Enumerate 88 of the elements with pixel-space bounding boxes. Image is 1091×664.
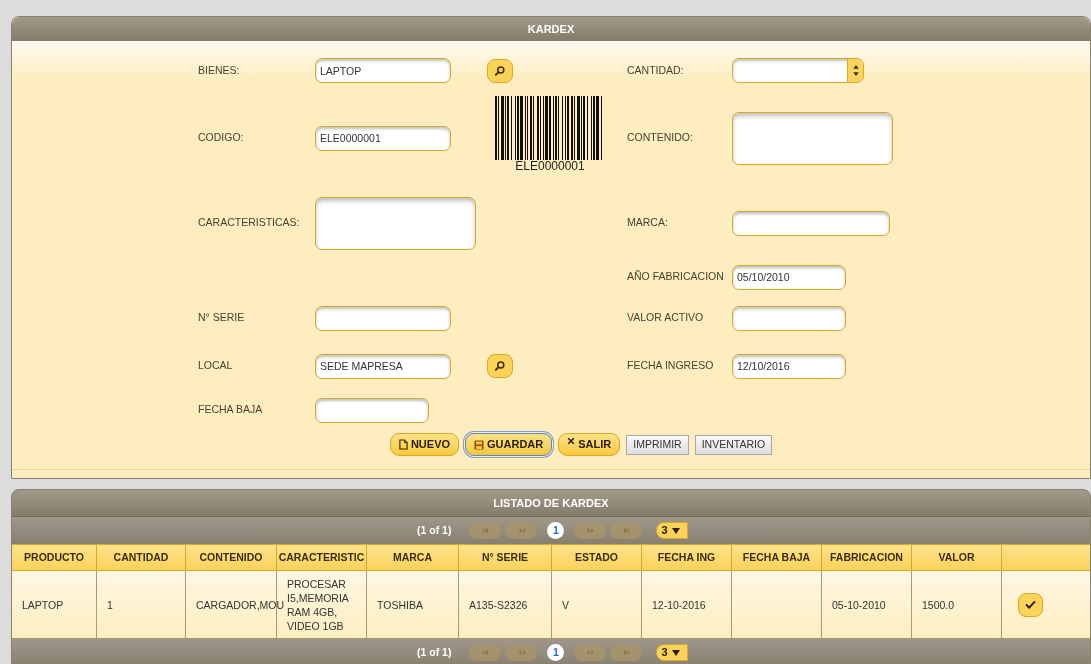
pager-first-button[interactable] [469,522,502,539]
field-label: VALOR ACTIVO [627,310,705,326]
text-area[interactable] [732,111,893,165]
input-field[interactable]: 12/10/2016 [732,353,846,379]
column-header[interactable]: MARCA [367,545,459,570]
input-field[interactable]: 05/10/2010 [732,264,846,290]
barcode-text: ELE0000001 [515,160,585,172]
input-field[interactable] [732,210,890,236]
field-label: CANTIDAD: [627,62,685,78]
first-page-icon [480,526,490,535]
spinner-field[interactable] [732,58,864,83]
table-cell: 05-10-2010 [832,597,886,612]
field-label: FECHA INGRESO [627,358,715,374]
page-summary: (1 of 1) [417,644,452,660]
column-header[interactable]: VALOR [912,545,1002,570]
input-field[interactable]: LAPTOP [315,58,451,83]
pager-prev-button[interactable] [505,522,538,539]
column-header[interactable]: CONTENIDO [186,545,277,570]
table-cell: A135-S2326 [469,597,528,612]
table-cell: TOSHIBA [377,597,423,612]
search-icon [494,64,506,77]
first-page-icon [480,648,490,657]
text-area[interactable] [315,196,476,250]
table-cell: V [562,597,569,612]
page-button[interactable]: 1 [547,522,565,539]
form-button[interactable]: GUARDAR [465,433,553,456]
form-button[interactable]: IMPRIMIR [626,434,689,455]
prev-page-icon [516,648,526,657]
prev-page-icon [516,526,526,535]
form-button[interactable]: NUEVO [389,433,460,456]
input-field[interactable]: SEDE MAPRESA [315,353,451,379]
next-page-icon [585,526,595,535]
column-header[interactable]: CARACTERISTIC [277,545,367,570]
column-header[interactable]: FABRICACION [822,545,912,570]
table-cell: LAPTOP [22,597,64,612]
input-field[interactable] [315,305,451,331]
form-button[interactable]: INVENTARIO [694,434,773,455]
field-label: N° SERIE [198,310,246,326]
page-summary: (1 of 1) [417,522,452,538]
table-cell: 1 [107,597,113,612]
page-button[interactable]: 1 [547,644,565,661]
document-icon [398,439,408,450]
pager-first-button[interactable] [469,644,502,661]
last-page-icon [621,526,631,535]
rows-per-page-dropdown[interactable]: 3 [656,644,689,661]
pager-next-button[interactable] [574,522,607,539]
column-header[interactable]: FECHA BAJA [732,545,822,570]
close-icon [567,437,576,445]
table-cell-text: PROCESAR I5,MEMORIA RAM 4GB, VIDEO 1GB [287,576,350,633]
field-label: AÑO FABRICACION [627,269,725,285]
next-page-icon [585,648,595,657]
field-label: FECHA BAJA [198,402,264,418]
search-button[interactable] [487,354,513,378]
rows-per-page-dropdown[interactable]: 3 [656,522,689,539]
pager-last-button[interactable] [610,522,643,539]
field-label: LOCAL [198,358,234,374]
input-field[interactable] [315,397,429,423]
select-row-button[interactable] [1018,592,1043,617]
panel-title: KARDEX [12,17,1090,41]
pager-prev-button[interactable] [505,644,538,661]
table-cell: 1500.0 [922,597,955,612]
pager-next-button[interactable] [574,644,607,661]
barcode-icon [495,96,605,160]
column-header[interactable]: FECHA ING [642,545,732,570]
spinner-arrows-icon[interactable] [847,59,863,82]
caret-icon [671,526,680,535]
search-button[interactable] [487,58,513,83]
column-header[interactable]: ESTADO [552,545,642,570]
field-label: CODIGO: [198,130,245,146]
field-label: BIENES: [198,62,241,78]
field-label: MARCA: [627,215,669,231]
pager-last-button[interactable] [610,644,643,661]
save-icon [474,439,485,450]
table-cell: CARGADOR,MOU [196,597,285,612]
search-icon [494,360,506,372]
column-header[interactable]: CANTIDAD [97,545,186,570]
table-cell: 12-10-2016 [652,597,706,612]
field-label: CONTENIDO: [627,130,694,146]
form-button[interactable]: SALIR [558,433,621,456]
caret-icon [671,648,680,657]
check-icon [1025,600,1036,609]
column-header[interactable]: PRODUCTO [12,545,97,570]
input-field[interactable] [732,305,846,331]
column-header[interactable]: N° SERIE [459,545,552,570]
last-page-icon [621,648,631,657]
input-field[interactable]: ELE0000001 [315,125,451,151]
field-label: CARACTERISTICAS: [198,215,301,231]
panel-title: LISTADO DE KARDEX [12,490,1090,517]
